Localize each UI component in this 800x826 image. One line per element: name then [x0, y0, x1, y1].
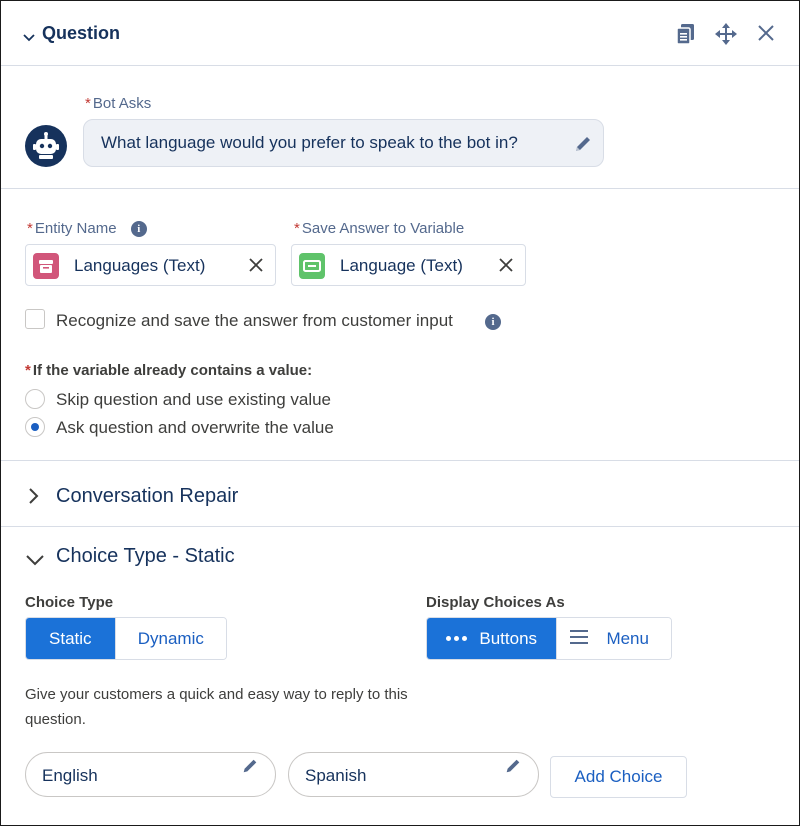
info-icon[interactable]: i	[130, 221, 147, 238]
choice-item[interactable]: English	[25, 752, 276, 797]
menu-button[interactable]: Menu	[556, 618, 671, 659]
existing-value-question: * If the variable already contains a valu…	[25, 362, 313, 379]
close-icon[interactable]	[756, 23, 778, 45]
bot-asks-section: * Bot Asks What language would you prefer…	[1, 66, 799, 189]
bot-message-text: What language would you prefer to speak …	[101, 133, 518, 152]
copy-icon[interactable]	[676, 23, 698, 45]
clear-icon[interactable]	[249, 258, 263, 277]
overwrite-value-label: Ask question and overwrite the value	[56, 418, 334, 437]
dynamic-button[interactable]: Dynamic	[114, 618, 226, 659]
entity-name-label: * Entity Name i	[27, 220, 147, 238]
add-choice-button[interactable]: Add Choice	[550, 756, 687, 798]
skip-question-label: Skip question and use existing value	[56, 390, 332, 409]
entity-section: * Entity Name i Languages (Text) * Save An…	[1, 190, 799, 461]
panel-title: Question	[42, 23, 121, 43]
choice-type-label: Choice Type	[25, 594, 114, 611]
panel-header: Question	[1, 1, 799, 66]
bot-asks-label: * Bot Asks	[85, 95, 152, 112]
clear-icon[interactable]	[499, 258, 513, 277]
skip-question-radio[interactable]	[25, 389, 45, 409]
pencil-icon[interactable]	[504, 757, 522, 780]
save-variable-field[interactable]: Language (Text)	[291, 244, 526, 286]
pencil-icon[interactable]	[241, 757, 259, 780]
recognize-label: Recognize and save the answer from custo…	[56, 311, 453, 330]
entity-name-value: Languages (Text)	[74, 256, 206, 275]
choice-item[interactable]: Spanish	[288, 752, 539, 797]
bot-avatar	[25, 125, 67, 167]
info-icon[interactable]: i	[485, 314, 501, 330]
conversation-repair-section[interactable]: Conversation Repair	[1, 462, 799, 527]
conversation-repair-title: Conversation Repair	[56, 485, 239, 507]
buttons-button[interactable]: Buttons	[427, 618, 557, 659]
entity-name-field[interactable]: Languages (Text)	[25, 244, 276, 286]
menu-icon	[570, 629, 589, 649]
entity-icon	[33, 253, 59, 279]
question-panel: Question * Bot Asks What language would …	[0, 0, 800, 826]
choice-item-label: Spanish	[305, 766, 367, 785]
pencil-icon[interactable]	[573, 134, 593, 159]
save-variable-label: * Save Answer to Variable	[294, 220, 465, 237]
choice-help-text: Give your customers a quick and easy way…	[25, 686, 408, 728]
display-choices-label: Display Choices As	[426, 594, 565, 611]
variable-icon	[299, 253, 325, 279]
bot-message-bubble[interactable]: What language would you prefer to speak …	[83, 119, 604, 167]
choice-type-toggle: Static Dynamic	[25, 617, 227, 660]
choice-type-section: Choice Type - Static Choice Type Static …	[1, 528, 799, 825]
display-choices-toggle: Buttons Menu	[426, 617, 672, 660]
dots-icon	[446, 636, 468, 641]
recognize-checkbox[interactable]	[25, 309, 45, 329]
static-button[interactable]: Static	[26, 618, 115, 659]
choice-type-title: Choice Type - Static	[56, 545, 235, 567]
move-icon[interactable]	[715, 23, 737, 45]
choice-item-label: English	[42, 766, 98, 785]
overwrite-value-radio[interactable]	[25, 417, 45, 437]
collapse-chevron-icon[interactable]	[23, 29, 35, 47]
chevron-down-icon[interactable]	[26, 553, 44, 571]
save-variable-value: Language (Text)	[340, 256, 463, 275]
chevron-right-icon[interactable]	[29, 488, 39, 509]
